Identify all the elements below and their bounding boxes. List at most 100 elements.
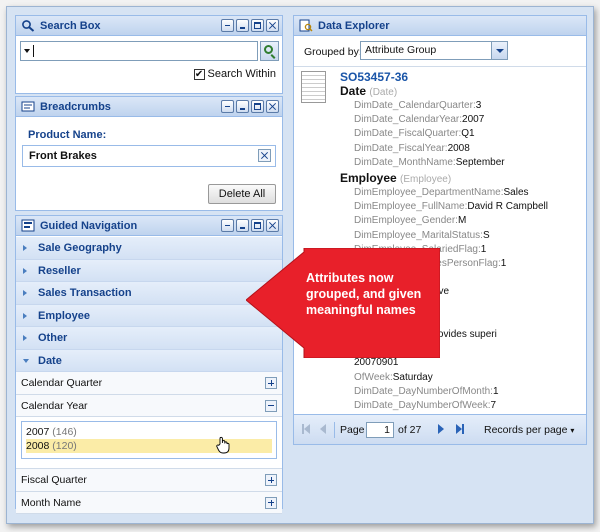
maximize-button[interactable] (251, 219, 264, 232)
attribute-label: Calendar Year (21, 399, 88, 412)
next-page-icon[interactable] (438, 424, 444, 434)
value-label: 2008 (26, 440, 50, 452)
record-field-row: DimDate_DayNumberOfMonth:1 (354, 386, 499, 397)
navigation-icon (21, 219, 35, 232)
close-button[interactable] (266, 19, 279, 32)
attribute-value-2008[interactable]: 2008 (120) (26, 439, 272, 453)
nav-group-other[interactable]: Other (16, 327, 282, 350)
search-within-toggle[interactable]: ✔ Search Within (193, 68, 276, 80)
field-key: DimDate_CalendarQuarter: (354, 100, 476, 111)
pagination-bar: Page 1 of 27 Records per page ▾ (294, 414, 586, 444)
first-page-icon[interactable] (302, 424, 310, 434)
pager-separator (334, 422, 335, 438)
page-label: Page (340, 424, 365, 436)
field-key: DimDate_FiscalYear: (354, 142, 448, 154)
section-employee: Employee (Employee) (340, 171, 451, 185)
grouped-by-label: Grouped by: (304, 46, 362, 58)
chevron-down-icon[interactable] (24, 49, 30, 53)
attribute-calendar-year[interactable]: Calendar Year (16, 394, 282, 417)
collapse-button[interactable] (221, 219, 234, 232)
field-value: 2007 (462, 114, 485, 126)
record-field-row: 20070901 (354, 357, 399, 368)
close-button[interactable] (266, 100, 279, 113)
nav-group-reseller[interactable]: Reseller (16, 259, 282, 282)
delete-all-button[interactable]: Delete All (208, 184, 276, 204)
guided-navigation-title-bar: Guided Navigation (16, 216, 282, 236)
close-button[interactable] (266, 219, 279, 232)
search-box-panel: Search Box ✔ Search Within (15, 15, 283, 94)
record-field-row: OfWeek:Saturday (354, 372, 433, 383)
nav-group-sale-geography[interactable]: Sale Geography (16, 237, 282, 260)
breadcrumb-item: Front Brakes (22, 145, 276, 167)
search-input[interactable] (20, 41, 258, 61)
field-value: Saturday (392, 371, 433, 383)
field-key: DimDate_MonthName: (354, 156, 456, 168)
field-value: 7 (490, 400, 497, 411)
chevron-down-icon: ▾ (570, 426, 575, 435)
page-number-input[interactable]: 1 (366, 422, 394, 438)
field-key: DimDate_FiscalQuarter: (354, 128, 462, 140)
magnifier-icon (264, 45, 273, 54)
field-key: DimEmployee_MaritalStatus: (354, 229, 483, 241)
field-value: September (455, 156, 505, 168)
remove-breadcrumb-icon[interactable] (258, 149, 271, 162)
search-within-checkbox[interactable]: ✔ (193, 68, 205, 80)
field-key: DimEmployee_FullName: (354, 201, 468, 213)
attribute-calendar-quarter[interactable]: Calendar Quarter (16, 372, 282, 395)
record-id-link[interactable]: SO53457-36 (340, 70, 408, 84)
breadcrumbs-icon (21, 101, 35, 112)
nav-group-employee[interactable]: Employee (16, 304, 282, 327)
grouped-by-select[interactable]: Attribute Group (360, 41, 508, 60)
expand-icon[interactable] (265, 496, 277, 509)
attribute-label: Calendar Quarter (21, 377, 103, 389)
attribute-month-name[interactable]: Month Name (16, 491, 282, 514)
maximize-button[interactable] (251, 19, 264, 32)
breadcrumbs-panel: Breadcrumbs Product Name: Front Brakes D… (15, 96, 283, 211)
last-page-icon[interactable] (456, 424, 464, 434)
field-value: 3 (475, 100, 482, 111)
data-explorer-title: Data Explorer (318, 20, 390, 32)
search-icon (22, 20, 35, 32)
field-value: S (482, 229, 490, 241)
hand-cursor-icon (216, 436, 230, 454)
nav-group-label: Employee (38, 309, 90, 322)
field-value: 1 (500, 258, 507, 269)
search-box-title-bar: Search Box (16, 16, 282, 36)
value-label: 2007 (26, 426, 50, 438)
attribute-value-2007[interactable]: 2007 (146) (26, 425, 272, 439)
field-key: DimDate_CalendarYear: (354, 114, 463, 126)
page-count: of 27 (398, 424, 422, 436)
minimize-button[interactable] (236, 19, 249, 32)
field-key: OfWeek: (354, 371, 393, 383)
expand-icon[interactable] (265, 474, 277, 486)
minimize-button[interactable] (236, 219, 249, 232)
maximize-button[interactable] (251, 100, 264, 113)
collapse-icon[interactable] (265, 399, 277, 412)
nav-group-date[interactable]: Date (16, 349, 282, 372)
nav-group-label: Date (38, 354, 62, 367)
records-per-page-label: Records per page (484, 424, 568, 436)
expand-icon[interactable] (265, 377, 277, 389)
collapse-button[interactable] (221, 100, 234, 113)
prev-page-icon[interactable] (320, 424, 326, 434)
attribute-fiscal-quarter[interactable]: Fiscal Quarter (16, 469, 282, 492)
record-field-row: DimDate_CalendarQuarter:3 (354, 100, 481, 111)
field-key: DimEmployee_DepartmentName: (354, 187, 504, 198)
minimize-button[interactable] (236, 100, 249, 113)
search-button[interactable] (260, 41, 279, 61)
search-box-title: Search Box (40, 20, 101, 32)
attribute-values-list: 2007 (146) 2008 (120) (21, 421, 277, 459)
nav-group-sales-transaction[interactable]: Sales Transaction (16, 282, 282, 305)
chevron-down-icon[interactable] (491, 42, 507, 59)
records-per-page-menu[interactable]: Records per page ▾ (484, 424, 574, 436)
record-field-row: DimEmployee_Gender:M (354, 215, 466, 226)
field-key: DimEmployee_Gender: (354, 215, 458, 227)
field-key: DimDate_DayNumberOfWeek: (354, 400, 491, 411)
chevron-right-icon (23, 312, 27, 319)
data-explorer-panel: Data Explorer Grouped by: Attribute Grou… (293, 15, 587, 445)
collapse-button[interactable] (221, 19, 234, 32)
section-title: Employee (340, 171, 397, 185)
explorer-icon (299, 19, 313, 32)
field-value: Q1 (461, 128, 475, 140)
section-date: Date (Date) (340, 84, 397, 98)
